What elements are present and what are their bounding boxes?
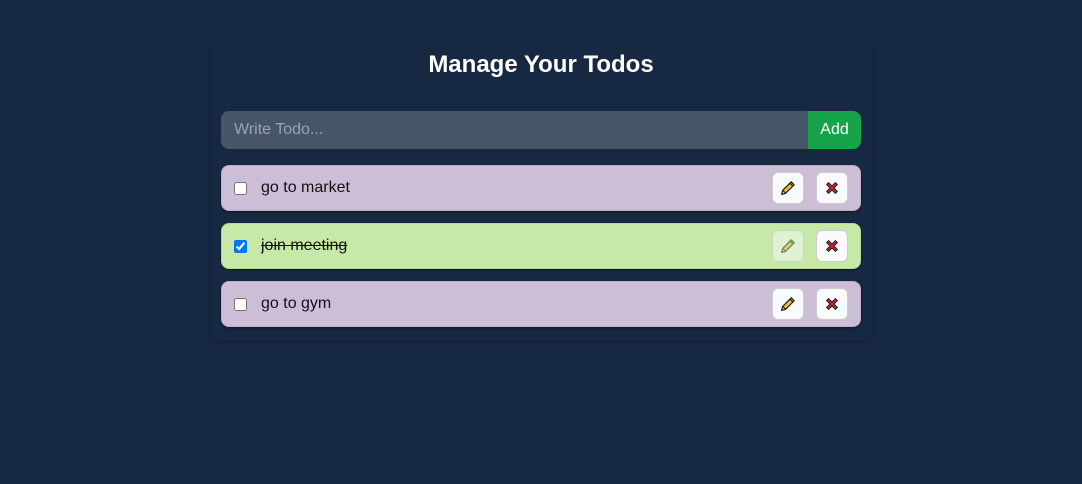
close-icon: [823, 237, 841, 255]
edit-button: [772, 230, 804, 262]
todo-text[interactable]: [261, 179, 760, 197]
todo-text[interactable]: [261, 237, 760, 255]
pencil-icon: [779, 179, 797, 197]
todo-item: [221, 165, 861, 211]
page-title: Manage Your Todos: [428, 51, 654, 78]
add-button[interactable]: Add: [808, 111, 861, 149]
todo-checkbox[interactable]: [234, 239, 247, 253]
todo-app-card: Manage Your Todos Add: [210, 40, 872, 340]
delete-button[interactable]: [816, 288, 848, 320]
pencil-icon: [779, 295, 797, 313]
edit-button[interactable]: [772, 288, 804, 320]
delete-button[interactable]: [816, 172, 848, 204]
todo-checkbox[interactable]: [234, 181, 247, 195]
close-icon: [823, 295, 841, 313]
todo-input[interactable]: [221, 111, 808, 149]
delete-button[interactable]: [816, 230, 848, 262]
todo-text[interactable]: [261, 295, 760, 313]
todo-form: Add: [221, 111, 861, 149]
pencil-icon: [779, 237, 797, 255]
edit-button[interactable]: [772, 172, 804, 204]
todo-checkbox[interactable]: [234, 297, 247, 311]
close-icon: [823, 179, 841, 197]
todo-item: [221, 223, 861, 269]
todo-list: [221, 165, 861, 339]
todo-item: [221, 281, 861, 327]
